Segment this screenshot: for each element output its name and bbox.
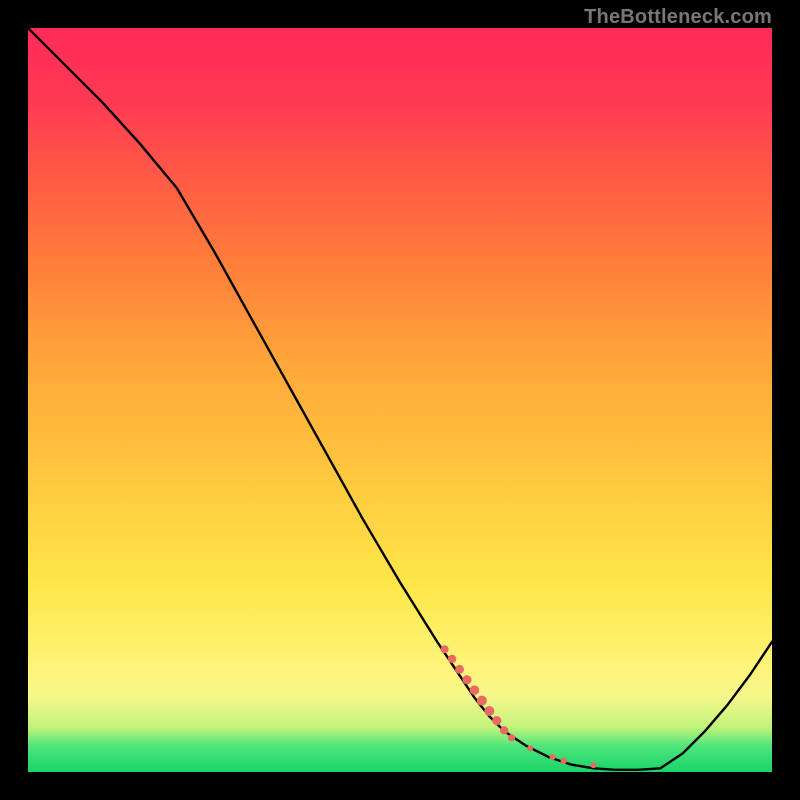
marker-dot: [527, 745, 533, 751]
marker-dot: [462, 675, 471, 684]
marker-dot: [550, 754, 556, 760]
marker-dot: [477, 696, 487, 706]
marker-dot: [441, 645, 449, 653]
marker-dot: [448, 655, 456, 663]
marker-dot: [508, 734, 515, 741]
watermark-text: TheBottleneck.com: [584, 6, 772, 29]
outer-frame: TheBottleneck.com: [0, 0, 800, 800]
marker-dot: [500, 726, 508, 734]
highlighted-markers: [441, 645, 597, 768]
marker-dot: [492, 716, 501, 725]
marker-dot: [470, 685, 480, 695]
chart-overlay: [28, 28, 772, 772]
marker-dot: [590, 762, 596, 768]
marker-dot: [455, 665, 464, 674]
bottleneck-curve: [28, 28, 772, 770]
marker-dot: [560, 758, 566, 764]
marker-dot: [484, 706, 494, 716]
